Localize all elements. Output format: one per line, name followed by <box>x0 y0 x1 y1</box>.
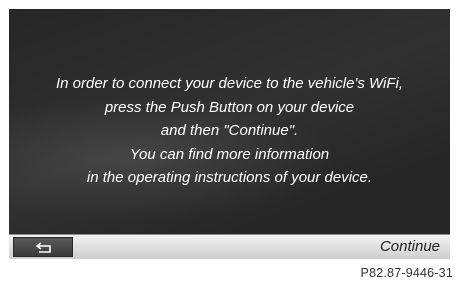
message-line: in the operating instructions of your de… <box>86 169 373 186</box>
back-arrow-icon <box>35 242 51 253</box>
message-line: You can find more information <box>129 145 330 163</box>
back-button[interactable] <box>13 237 73 257</box>
action-bar: Continue <box>9 234 450 259</box>
display-screen: In order to connect your device to the v… <box>9 9 450 259</box>
message-line: In order to connect your device to the v… <box>55 75 404 92</box>
message-line: press the Push Button on your device <box>104 98 355 116</box>
message-line: and then "Continue". <box>160 122 299 139</box>
wifi-instruction-message: In order to connect your device to the v… <box>9 72 450 190</box>
continue-button[interactable]: Continue <box>79 235 450 259</box>
figure-reference-code: P82.87-9446-31 <box>360 266 453 280</box>
